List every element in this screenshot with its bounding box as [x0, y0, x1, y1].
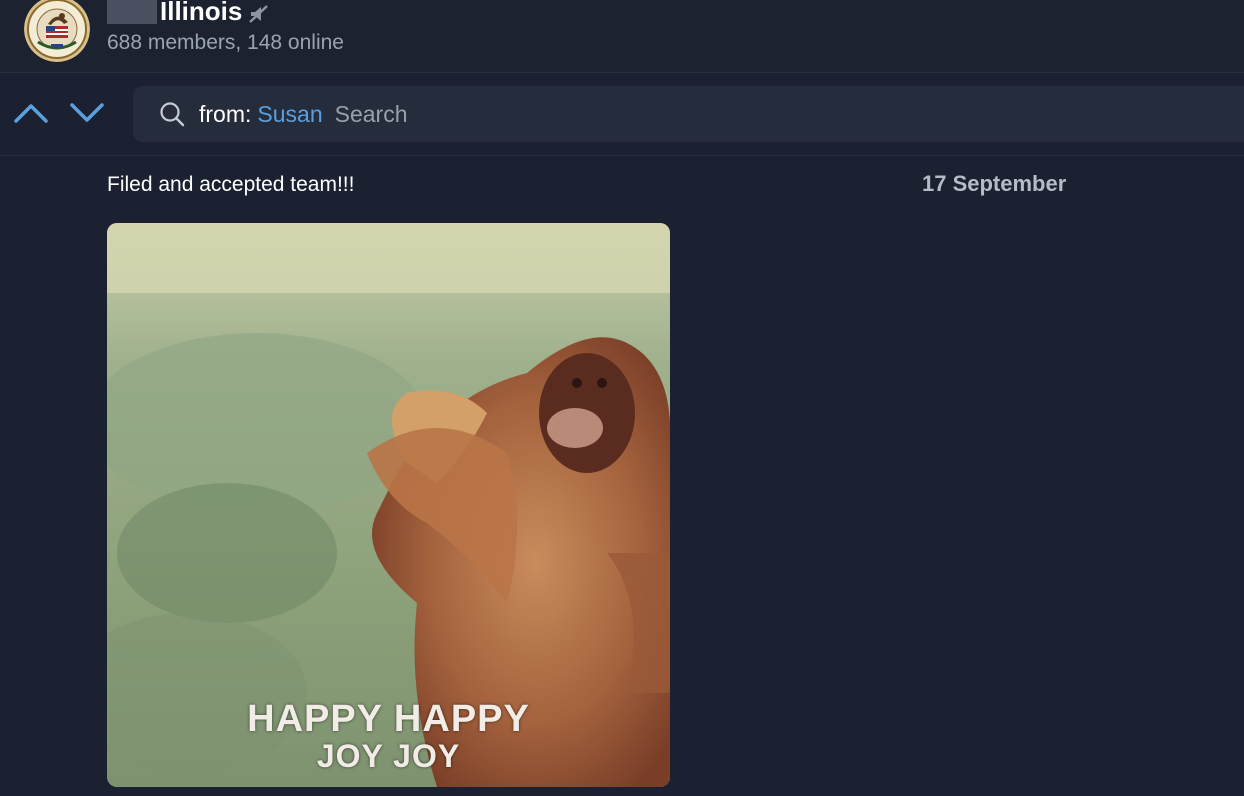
search-input[interactable] [334, 100, 735, 128]
next-result-button[interactable] [68, 97, 106, 127]
redacted-block [107, 0, 157, 24]
search-bar-row: from: Susan [0, 73, 1244, 156]
group-avatar[interactable] [24, 0, 90, 62]
chat-title-text: Illinois [160, 0, 243, 26]
gif-caption-line-2: JOY JOY [316, 738, 461, 774]
chat-window: Illinois 688 members, 148 online from: S… [0, 0, 1244, 796]
illinois-seal-icon [24, 0, 90, 62]
search-user-filter[interactable]: Susan [257, 101, 322, 128]
member-count: 688 members, 148 online [107, 31, 344, 54]
gif-attachment[interactable]: HAPPY HAPPY JOY JOY [107, 223, 670, 787]
message-text: Filed and accepted team!!! [107, 173, 355, 196]
chat-header: Illinois 688 members, 148 online [0, 0, 1244, 73]
search-icon [159, 101, 185, 127]
search-from-label: from: [199, 100, 252, 127]
chevron-up-icon [14, 104, 48, 123]
message-date: 17 September [922, 171, 1067, 196]
chat-title[interactable]: Illinois [160, 0, 270, 27]
gif-caption-line-1: HAPPY HAPPY [247, 698, 530, 740]
chevron-down-icon [70, 103, 104, 122]
previous-result-button[interactable] [12, 97, 50, 127]
muted-icon [248, 1, 270, 23]
search-box[interactable]: from: Susan [133, 86, 1244, 142]
